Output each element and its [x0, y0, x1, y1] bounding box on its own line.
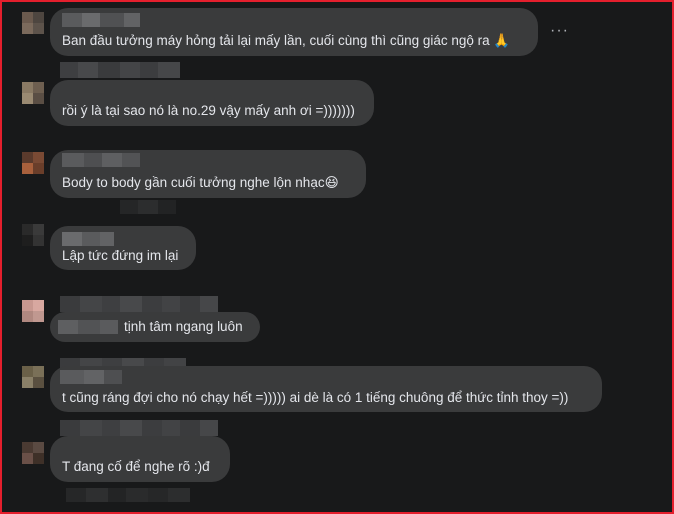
commenter-name-blurred[interactable]: [58, 320, 118, 334]
comment-text: tịnh tâm ngang luôn: [124, 319, 243, 334]
pray-emoji: 🙏: [493, 33, 511, 48]
comment-text: rồi ý là tại sao nó là no.29 vậy mấy anh…: [62, 103, 355, 118]
comment-text: Ban đầu tưởng máy hỏng tải lại mấy lần, …: [62, 33, 511, 48]
avatar[interactable]: [22, 442, 44, 464]
comment-text: t cũng ráng đợi cho nó chạy hết =))))) a…: [62, 390, 569, 405]
avatar[interactable]: [22, 300, 44, 322]
comment-text: Body to body gần cuối tưởng nghe lộn nhạ…: [62, 175, 339, 190]
comment-bubble: tịnh tâm ngang luôn: [50, 312, 260, 342]
more-options-icon[interactable]: ···: [550, 22, 569, 40]
avatar[interactable]: [22, 224, 44, 246]
comment-bubble: rồi ý là tại sao nó là no.29 vậy mấy anh…: [50, 80, 374, 126]
laughing-emoji: 😆: [324, 175, 339, 190]
comment-bubble: t cũng ráng đợi cho nó chạy hết =))))) a…: [50, 366, 602, 412]
commenter-name-blurred[interactable]: [60, 62, 180, 78]
blurred-area: [120, 200, 176, 214]
comment-text: Lập tức đứng im lại: [62, 248, 179, 263]
avatar[interactable]: [22, 12, 44, 34]
comment-bubble: T đang cố để nghe rõ :)đ: [50, 436, 230, 482]
commenter-name-blurred[interactable]: [60, 420, 218, 436]
comment-bubble: Lập tức đứng im lại: [50, 226, 196, 270]
commenter-name-blurred[interactable]: [62, 153, 140, 167]
avatar[interactable]: [22, 152, 44, 174]
commenter-name-blurred[interactable]: [60, 370, 122, 384]
commenter-name-blurred[interactable]: [60, 296, 218, 312]
avatar[interactable]: [22, 82, 44, 104]
blurred-area: [66, 488, 190, 502]
comment-text: T đang cố để nghe rõ :)đ: [62, 459, 210, 474]
comment-bubble: Body to body gần cuối tưởng nghe lộn nhạ…: [50, 150, 366, 198]
commenter-name-blurred[interactable]: [62, 232, 114, 246]
commenter-name-blurred[interactable]: [62, 13, 140, 27]
avatar[interactable]: [22, 366, 44, 388]
comment-bubble: Ban đầu tưởng máy hỏng tải lại mấy lần, …: [50, 8, 538, 56]
